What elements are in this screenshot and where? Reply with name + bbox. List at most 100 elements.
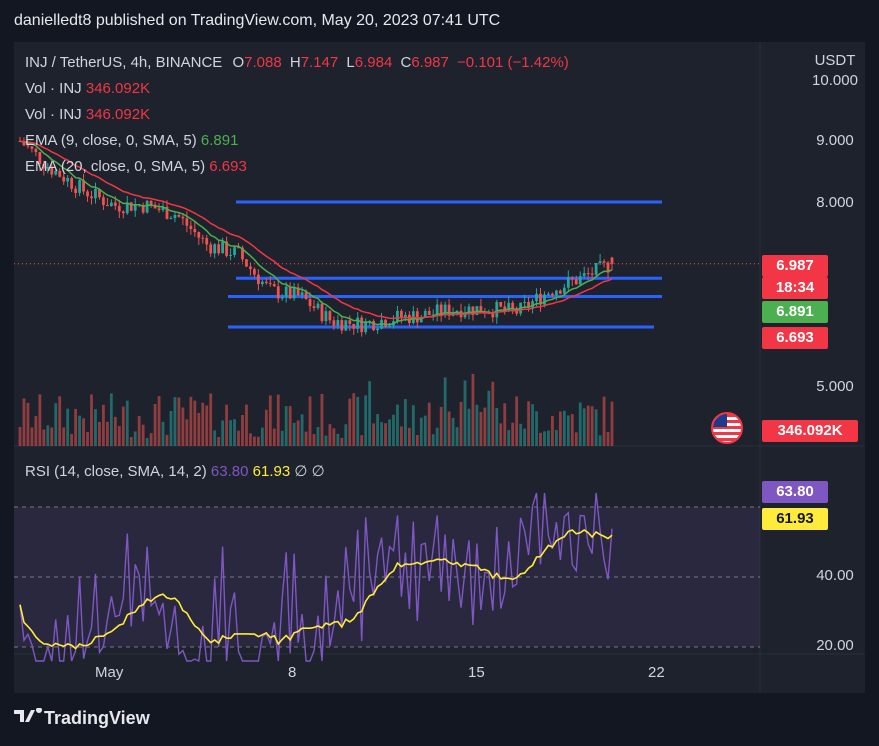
candle-body: [102, 197, 105, 206]
volume-bar: [161, 421, 165, 446]
candle-body: [396, 310, 399, 322]
volume-bar: [511, 422, 515, 446]
volume-bar: [439, 406, 443, 446]
legend-vol-label: Vol · INJ: [25, 80, 82, 97]
volume-bar: [372, 423, 376, 446]
volume-bar: [193, 400, 197, 446]
volume-bar: [340, 437, 344, 446]
volume-bar: [570, 414, 574, 446]
candle-body: [94, 188, 97, 199]
candle-body: [590, 273, 594, 275]
volume-bar: [209, 393, 213, 446]
legend-ohlc-row: INJ / TetherUS, 4h, BINANCE O7.088 H7.14…: [25, 54, 569, 71]
volume-bar: [117, 426, 121, 446]
volume-bar: [221, 420, 225, 446]
volume-bar: [380, 422, 383, 446]
volume-bar: [407, 427, 411, 446]
price-tick: 8.000: [816, 194, 854, 211]
volume-bar: [471, 373, 475, 446]
volume-bar: [86, 432, 89, 446]
volume-bar: [519, 423, 523, 446]
volume-bar: [574, 432, 578, 446]
candle-body: [213, 244, 217, 254]
volume-bar: [590, 406, 594, 446]
volume-bar: [157, 396, 161, 446]
volume-bar: [70, 433, 74, 446]
volume-bar: [169, 410, 173, 446]
volume-bar: [531, 404, 534, 446]
volume-bar: [129, 437, 133, 446]
volume-bar: [153, 403, 157, 446]
candle-body: [598, 261, 602, 263]
candle-body: [229, 254, 232, 256]
volume-bar: [352, 393, 356, 446]
volume-bar: [217, 437, 221, 446]
volume-bar: [451, 417, 455, 446]
rsi-ma-tag: 61.93: [762, 508, 828, 530]
candle-body: [272, 284, 276, 287]
legend-vol-value: 346.092K: [85, 80, 151, 97]
volume-bar: [348, 398, 352, 446]
candle-body: [304, 292, 308, 300]
us-flag-icon[interactable]: [711, 412, 743, 444]
volume-bar: [400, 426, 403, 446]
legend-rsi-ma-value: 61.93: [252, 463, 291, 480]
volume-bar: [602, 396, 606, 446]
legend-high-value: 7.147: [300, 54, 339, 71]
volume-bar: [431, 434, 435, 446]
candle-body: [62, 176, 66, 182]
volume-bar: [479, 411, 483, 446]
volume-bar: [356, 396, 360, 446]
candle-body: [253, 269, 256, 275]
candle-body: [312, 306, 316, 309]
volume-bar: [578, 402, 582, 446]
volume-bar: [304, 431, 308, 446]
legend-change: −0.101 (−1.42%): [457, 54, 569, 71]
volume-bar: [308, 396, 312, 446]
volume-bar: [90, 394, 93, 446]
volume-bar: [491, 381, 495, 446]
legend-ema9-value: 6.891: [200, 132, 239, 149]
volume-bar: [233, 419, 236, 446]
ema20-tag: 6.693: [762, 327, 828, 349]
candle-body: [292, 287, 296, 299]
volume-bar: [82, 418, 85, 446]
volume-bar: [288, 406, 292, 446]
volume-bar: [411, 405, 415, 446]
candle-body: [169, 218, 173, 220]
volume-bar: [34, 416, 38, 446]
volume-bar: [260, 427, 264, 446]
candle-body: [384, 319, 387, 327]
candle-body: [574, 279, 578, 285]
volume-bar: [598, 435, 602, 446]
volume-bar: [547, 430, 550, 446]
volume-bar: [268, 395, 272, 446]
candle-body: [360, 317, 364, 333]
chart-panel[interactable]: INJ / TetherUS, 4h, BINANCE O7.088 H7.14…: [14, 42, 865, 693]
volume-bar: [213, 430, 217, 446]
volume-bar: [606, 431, 610, 446]
volume-bar: [364, 395, 368, 446]
rsi-tag: 63.80: [762, 481, 828, 503]
volume-bar: [336, 433, 340, 446]
volume-bar: [113, 416, 117, 446]
volume-bar: [292, 422, 296, 446]
legend-high-label: H: [289, 54, 301, 71]
candle-body: [185, 218, 189, 226]
volume-bar: [109, 393, 113, 446]
volume-bar: [74, 408, 78, 446]
volume-bar: [558, 411, 562, 446]
candle-body: [264, 281, 268, 284]
volume-bar: [554, 430, 558, 446]
candle-body: [157, 208, 161, 211]
volume-bar: [483, 407, 487, 446]
volume-bar: [360, 435, 364, 446]
volume-bar: [316, 427, 320, 446]
candle-body: [308, 299, 312, 307]
volume-bar: [38, 394, 42, 446]
candle-body: [70, 178, 74, 189]
volume-bar: [197, 413, 201, 446]
tradingview-footer[interactable]: TradingView: [14, 707, 150, 729]
candle-body: [233, 247, 236, 255]
volume-bar: [344, 424, 348, 446]
